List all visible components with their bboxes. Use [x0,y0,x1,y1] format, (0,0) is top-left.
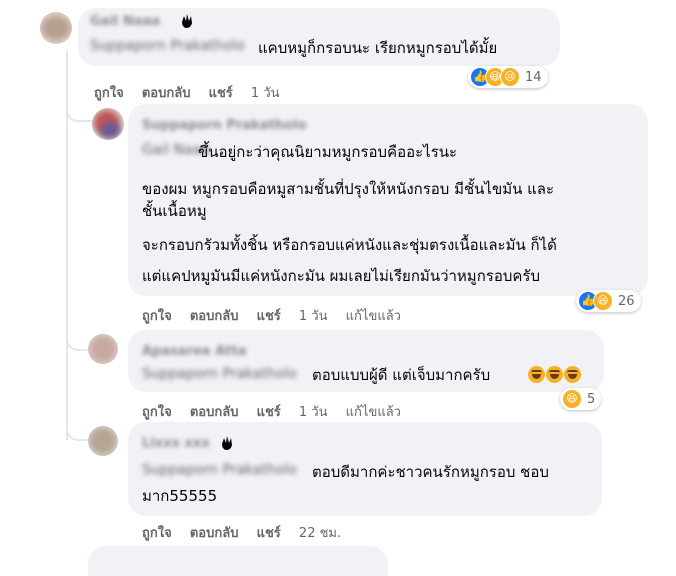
tagged-user[interactable]: Suppaporn Prakatholo [142,462,297,478]
avatar[interactable] [88,426,118,456]
author-name[interactable]: Lixxx xxx [142,436,210,451]
comment-text: จะกรอบกรัวมทั้งชิ้น หรือกรอบแค่หนังและชุ… [142,236,557,254]
author-name[interactable]: Apasaree Atta [142,344,246,359]
edited-label[interactable]: แก้ไขแล้ว [346,309,401,324]
wave-icon [182,14,192,28]
reply-button[interactable]: ตอบกลับ [190,405,239,420]
haha-reaction-icon: 😆 [593,291,613,311]
like-button[interactable]: ถูกใจ [142,405,172,420]
comment-text: ชั้นเนื้อหมู [142,202,207,220]
reaction-count: 5 [587,391,596,407]
reaction-summary[interactable]: 👍 😆 😢 14 [468,66,548,88]
reaction-count: 26 [618,293,635,309]
timestamp[interactable]: 22 ชม. [299,526,341,541]
thread-connector [66,415,88,441]
share-button[interactable]: แชร์ [257,526,281,541]
reaction-summary[interactable]: 👍 😆 26 [576,290,641,312]
share-button[interactable]: แชร์ [257,405,281,420]
reply-button[interactable]: ตอบกลับ [142,86,191,101]
comment-bubble: Suppaporn Prakatholo Gail Naaa ขึ้นอยู่ก… [128,104,648,296]
share-button[interactable]: แชร์ [257,309,281,324]
timestamp[interactable]: 1 วัน [299,309,328,324]
timestamp[interactable]: 1 วัน [299,405,328,420]
tagged-user[interactable]: Suppaporn Prakatholo [142,366,297,382]
comment-actions: ถูกใจ ตอบกลับ แชร์ 22 ชม. [142,522,355,543]
wave-icon [222,436,232,450]
reply-button[interactable]: ตอบกลับ [190,526,239,541]
share-button[interactable]: แชร์ [209,86,233,101]
reaction-summary[interactable]: 😆 5 [560,388,602,410]
like-button[interactable]: ถูกใจ [94,86,124,101]
comment-text: ตอบดีมากค่ะชาวคนรักหมูกรอบ ชอบ [312,463,549,481]
thread-line [66,50,68,130]
timestamp[interactable]: 1 วัน [251,86,280,101]
comment-text: ขึ้นอยู่กะว่าคุณนิยามหมูกรอบคืออะไรนะ [198,143,458,161]
next-comment-bubble [88,546,388,576]
author-name[interactable]: Gail Naaa [90,14,160,29]
comment-text: มาก55555 [142,487,218,505]
comment-bubble: Gail Naaa Suppaporn Prakatholo แคบหมูก็ก… [78,8,560,66]
reply-button[interactable]: ตอบกลับ [190,309,239,324]
sad-reaction-icon: 😢 [500,67,520,87]
like-button[interactable]: ถูกใจ [142,309,172,324]
haha-reaction-icon: 😆 [562,389,582,409]
comment-text: แต่แคปหมูมันมีแค่หนังกะมัน ผมเลยไม่เรียก… [142,267,540,285]
edited-label[interactable]: แก้ไขแล้ว [346,405,401,420]
thread-connector [66,100,92,122]
thread-connector [66,325,88,351]
comment-text: แคบหมูก็กรอบนะ เรียกหมูกรอบได้มั้ย [258,39,498,57]
avatar[interactable] [40,12,72,44]
tagged-user[interactable]: Suppaporn Prakatholo [90,38,245,54]
rofl-emoji-icon [546,366,563,383]
comment-actions: ถูกใจ ตอบกลับ แชร์ 1 วัน แก้ไขแล้ว [142,401,415,422]
comment-text: ของผม หมูกรอบคือหมูสามชั้นที่ปรุงให้หนัง… [142,180,555,198]
comment-actions: ถูกใจ ตอบกลับ แชร์ 1 วัน แก้ไขแล้ว [142,305,415,326]
comment-bubble: Apasaree Atta Suppaporn Prakatholo ตอบแบ… [128,330,604,392]
author-name[interactable]: Suppaporn Prakatholo [142,118,306,133]
rofl-emoji-icon [564,366,581,383]
comment-actions: ถูกใจ ตอบกลับ แชร์ 1 วัน [94,82,294,103]
avatar[interactable] [92,108,124,140]
emoji-group [528,366,582,384]
reaction-count: 14 [525,69,542,85]
comment-bubble: Lixxx xxx Suppaporn Prakatholo ตอบดีมากค… [128,422,602,516]
thread-line [66,120,68,440]
avatar[interactable] [88,334,118,364]
rofl-emoji-icon [528,366,545,383]
like-button[interactable]: ถูกใจ [142,526,172,541]
comment-text: ตอบแบบผู้ดี แต่เจ็บมากครับ [312,366,491,384]
